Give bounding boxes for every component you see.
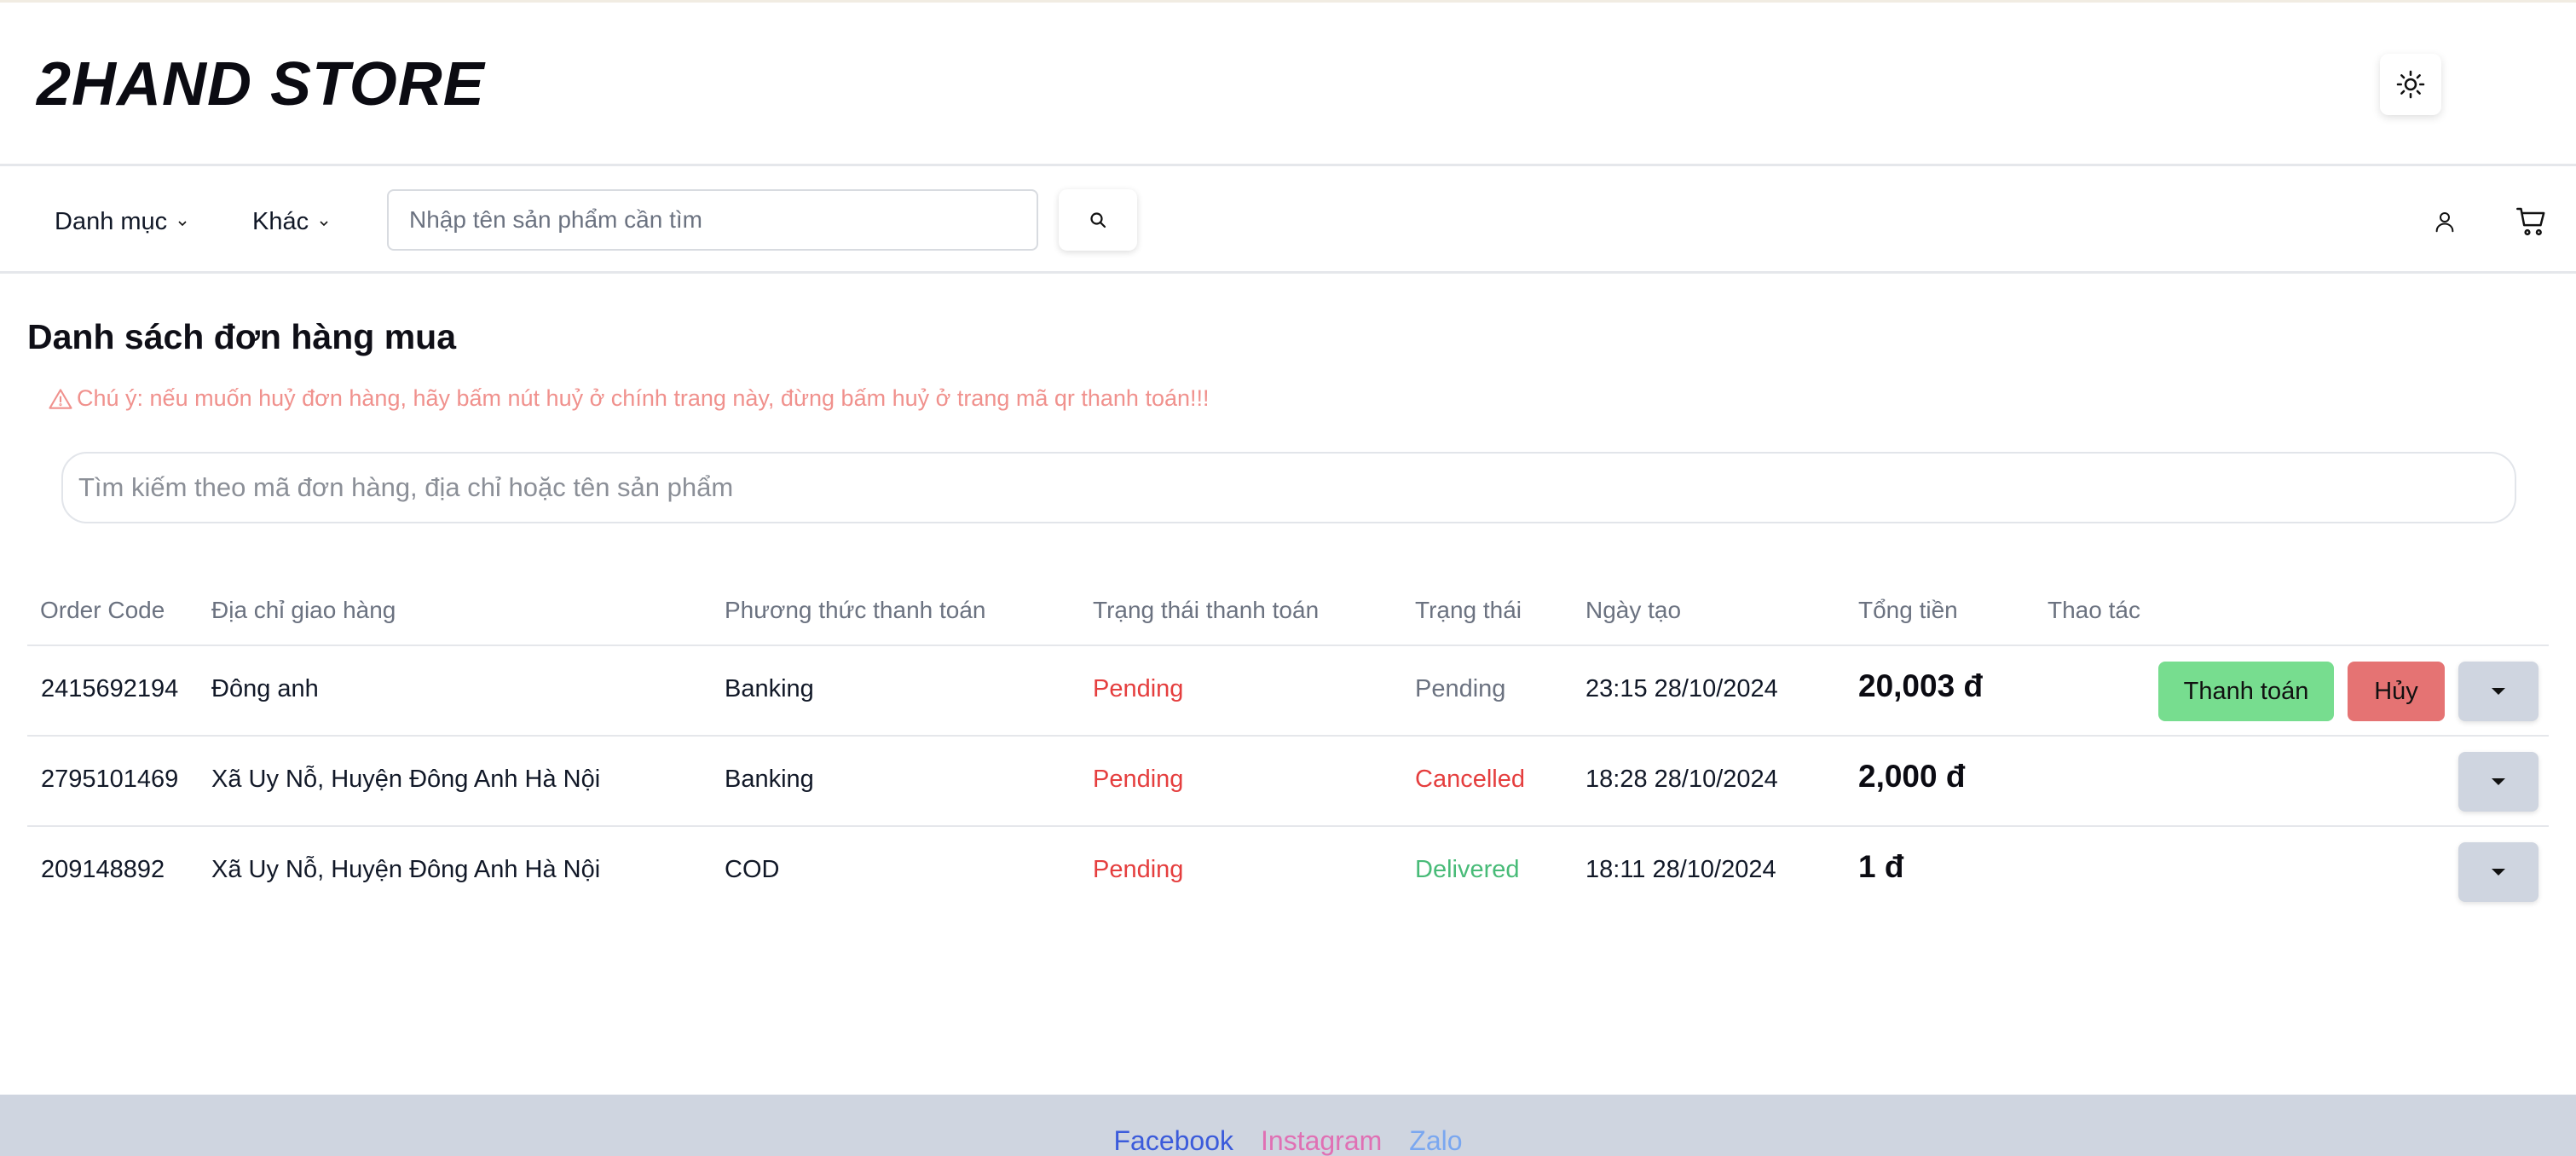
payment-status: Pending <box>1093 766 1184 793</box>
pay-button[interactable]: Thanh toán <box>2158 662 2334 721</box>
order-total: 20,003 đ <box>1858 668 1984 703</box>
column-header: Trạng thái thanh toán <box>1093 597 1320 623</box>
created-date: 18:11 28/10/2024 <box>1585 856 1776 883</box>
cancel-order-button[interactable]: Hủy <box>2348 662 2445 721</box>
zalo-link[interactable]: Zalo <box>1409 1125 1462 1156</box>
column-header: Tổng tiền <box>1858 597 1958 623</box>
user-button[interactable] <box>2424 201 2465 242</box>
order-search-input[interactable] <box>61 452 2516 523</box>
warning-text: Chú ý: nếu muốn huỷ đơn hàng, hãy bấm nú… <box>77 385 1210 411</box>
header: 2HAND STORE <box>0 3 2576 166</box>
payment-method: COD <box>725 856 780 883</box>
column-header: Phương thức thanh toán <box>725 597 986 623</box>
categories-menu[interactable]: Danh mục <box>55 205 189 239</box>
column-header: Trạng thái <box>1415 597 1522 623</box>
order-status: Delivered <box>1415 856 1520 883</box>
navbar: Danh mục Khác <box>0 169 2576 274</box>
order-total: 2,000 đ <box>1858 759 1966 794</box>
facebook-link[interactable]: Facebook <box>1113 1125 1233 1156</box>
footer: Facebook Instagram Zalo <box>0 1095 2576 1156</box>
cancel-warning: Chú ý: nếu muốn huỷ đơn hàng, hãy bấm nú… <box>48 385 1210 412</box>
shipping-address: Đông anh <box>211 675 319 702</box>
expand-row-button[interactable] <box>2458 752 2538 812</box>
table-row: 2415692194 Đông anh Banking Pending Pend… <box>27 646 2549 737</box>
caret-down-icon <box>2492 869 2505 876</box>
chevron-down-icon <box>178 221 187 227</box>
order-status: Cancelled <box>1415 766 1525 793</box>
payment-method: Banking <box>725 766 814 793</box>
instagram-link[interactable]: Instagram <box>1261 1125 1382 1156</box>
search-icon <box>1090 212 1106 228</box>
payment-status: Pending <box>1093 856 1184 883</box>
sun-icon <box>2396 70 2425 99</box>
expand-row-button[interactable] <box>2458 662 2538 721</box>
expand-row-button[interactable] <box>2458 842 2538 902</box>
caret-down-icon <box>2492 778 2505 785</box>
orders-table-header: Order Code Địa chỉ giao hàng Phương thức… <box>27 580 2549 646</box>
chevron-down-icon <box>320 221 328 227</box>
order-code: 209148892 <box>41 856 165 883</box>
theme-toggle-button[interactable] <box>2380 54 2441 115</box>
order-status: Pending <box>1415 675 1506 702</box>
social-links: Facebook Instagram Zalo <box>0 1125 2576 1156</box>
search-button[interactable] <box>1059 189 1137 251</box>
column-header: Địa chỉ giao hàng <box>211 597 396 623</box>
user-icon <box>2435 212 2454 233</box>
product-search-input[interactable] <box>387 189 1038 251</box>
cart-button[interactable] <box>2511 201 2552 242</box>
order-code: 2795101469 <box>41 766 179 793</box>
payment-status: Pending <box>1093 675 1184 702</box>
store-logo[interactable]: 2HAND STORE <box>37 47 485 122</box>
page-title: Danh sách đơn hàng mua <box>27 317 456 356</box>
shipping-address: Xã Uy Nỗ, Huyện Đông Anh Hà Nội <box>211 766 601 793</box>
column-header: Thao tác <box>2048 597 2140 623</box>
order-total: 1 đ <box>1858 849 1904 884</box>
other-menu[interactable]: Khác <box>252 205 331 239</box>
column-header: Ngày tạo <box>1585 597 1682 623</box>
payment-method: Banking <box>725 675 814 702</box>
other-label: Khác <box>252 207 309 235</box>
table-row: 2795101469 Xã Uy Nỗ, Huyện Đông Anh Hà N… <box>27 737 2549 827</box>
warning-icon <box>49 388 72 409</box>
caret-down-icon <box>2492 688 2505 695</box>
created-date: 23:15 28/10/2024 <box>1585 675 1778 702</box>
categories-label: Danh mục <box>55 207 168 235</box>
order-code: 2415692194 <box>41 675 179 702</box>
created-date: 18:28 28/10/2024 <box>1585 766 1778 793</box>
shipping-address: Xã Uy Nỗ, Huyện Đông Anh Hà Nội <box>211 856 601 883</box>
table-row: 209148892 Xã Uy Nỗ, Huyện Đông Anh Hà Nộ… <box>27 827 2549 917</box>
cart-icon <box>2516 207 2545 236</box>
column-header: Order Code <box>40 597 165 623</box>
